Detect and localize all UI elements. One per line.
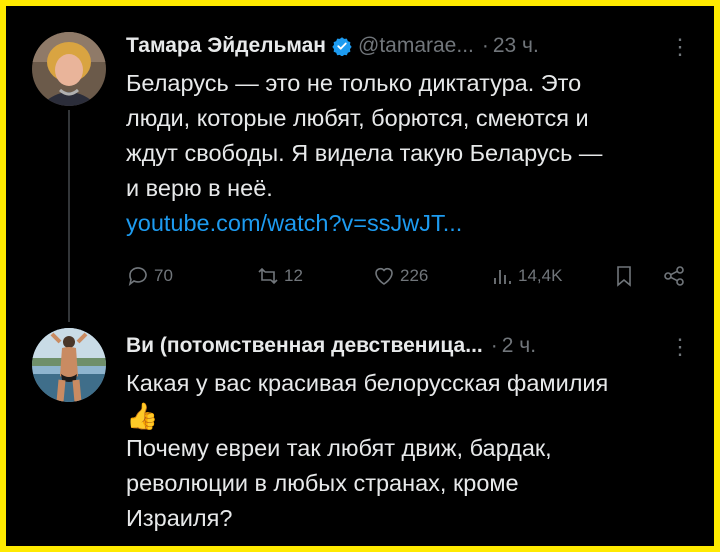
text-line: и верю в неё.	[126, 175, 273, 201]
author-handle[interactable]: @tamarae...	[358, 34, 474, 58]
repost-icon	[258, 267, 278, 285]
thread-line	[68, 110, 70, 322]
separator-dot: ·	[490, 334, 498, 357]
like-button[interactable]: 226	[372, 264, 428, 288]
tweet-1-text: Беларусь — это не только диктатура. Это …	[126, 66, 696, 241]
separator-dot: ·	[481, 34, 489, 57]
author-name[interactable]: Ви (потомственная девственица...	[126, 334, 483, 358]
text-line: Израиля?	[126, 505, 233, 531]
tweet-2-text: Какая у вас красивая белорусская фамилия…	[126, 366, 696, 536]
text-line: ждут свободы. Я видела такую Беларусь —	[126, 140, 603, 166]
reply-button[interactable]: 70	[126, 264, 173, 288]
reply-count: 70	[154, 266, 173, 285]
text-line: Беларусь — это не только диктатура. Это	[126, 70, 582, 96]
avatar-vi[interactable]	[32, 328, 106, 402]
views-button[interactable]: 14,4K	[490, 264, 562, 288]
tweet-2-header: Ви (потомственная девственица... · 2 ч.	[126, 332, 536, 360]
tweet-link[interactable]: youtube.com/watch?v=ssJwJT...	[126, 206, 696, 241]
share-icon	[664, 266, 684, 286]
reply-icon	[128, 267, 147, 286]
tweet-1[interactable]: Тамара Эйдельман @tamarae... · 23 ч. ⋮ Б…	[6, 6, 720, 322]
bookmark-icon	[617, 266, 631, 287]
text-line: Почему евреи так любят движ, бардак,	[126, 435, 552, 461]
timestamp[interactable]: 23 ч.	[493, 34, 539, 58]
more-icon[interactable]: ⋮	[669, 334, 691, 360]
verified-badge-icon	[332, 37, 352, 56]
screenshot-frame: Тамара Эйдельман @tamarae... · 23 ч. ⋮ Б…	[0, 0, 720, 552]
timestamp[interactable]: 2 ч.	[502, 334, 536, 358]
tweet-1-header: Тамара Эйдельман @tamarae... · 23 ч.	[126, 32, 539, 60]
views-icon	[494, 270, 511, 284]
views-count: 14,4K	[518, 266, 563, 285]
tweet-1-actions: 70 12 226 14,4K	[126, 262, 696, 292]
author-name[interactable]: Тамара Эйдельман	[126, 34, 326, 58]
share-button[interactable]	[662, 264, 690, 288]
text-line: люди, которые любят, борются, смеются и	[126, 105, 589, 131]
more-icon[interactable]: ⋮	[669, 34, 691, 60]
repost-count: 12	[284, 266, 303, 285]
repost-button[interactable]: 12	[256, 264, 303, 288]
like-count: 226	[400, 266, 429, 285]
bookmark-button[interactable]	[612, 264, 640, 288]
thumbs-up-emoji: 👍	[126, 401, 159, 431]
text-line: Какая у вас красивая белорусская фамилия	[126, 370, 609, 396]
text-line: революции в любых странах, кроме	[126, 470, 519, 496]
avatar-tamara[interactable]	[32, 32, 106, 106]
tweet-2[interactable]: Ви (потомственная девственица... · 2 ч. …	[6, 306, 720, 552]
like-icon	[375, 267, 393, 285]
